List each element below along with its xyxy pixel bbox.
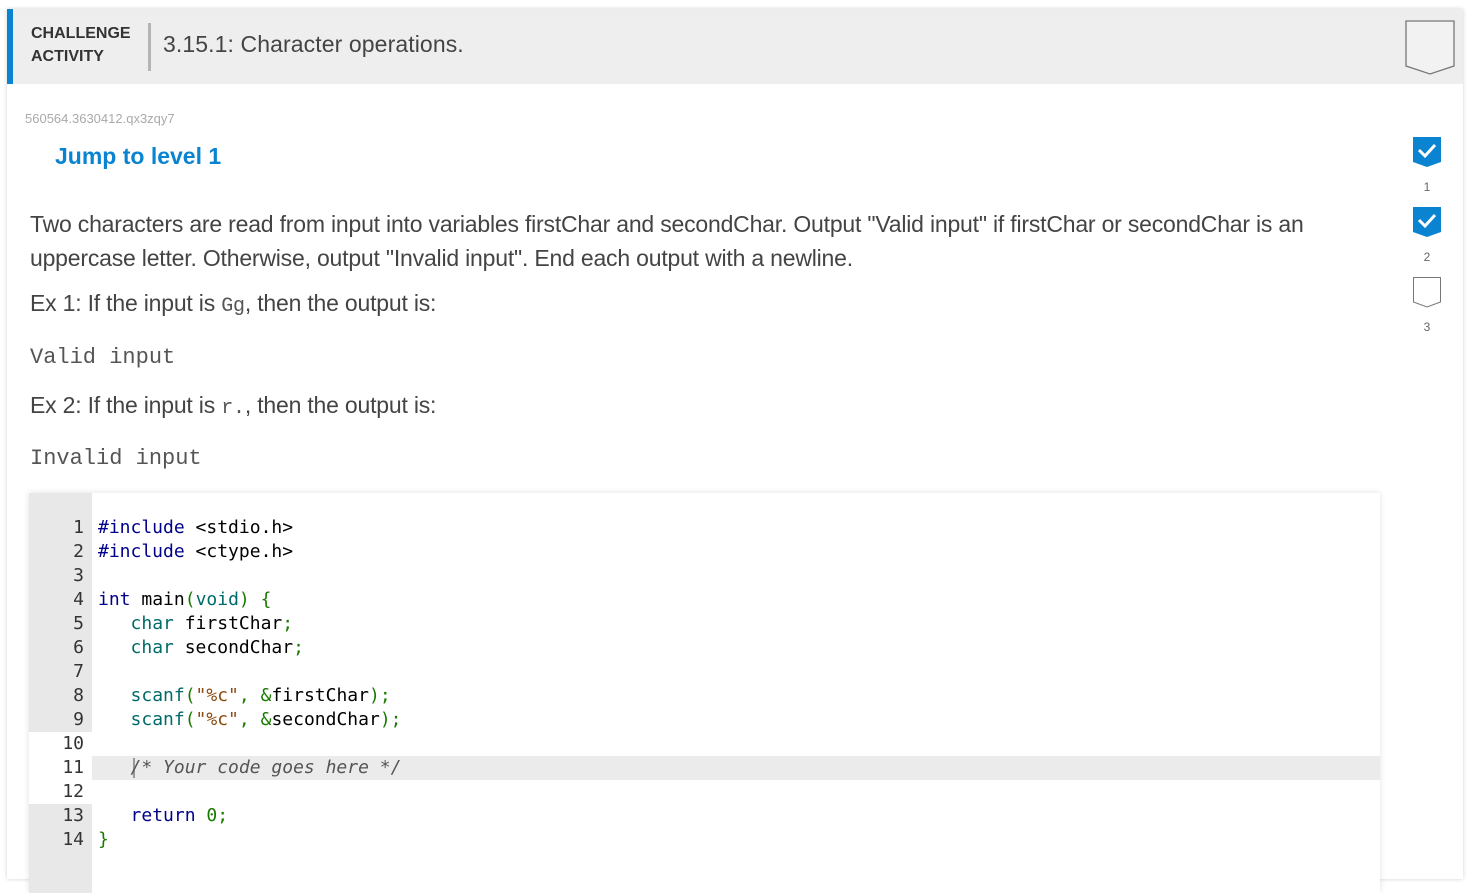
level-3-button[interactable]: 3 <box>1407 277 1447 339</box>
line-number: 9 <box>73 709 84 730</box>
example-1-input: Gg <box>221 295 245 318</box>
example-2-description: Ex 2: If the input is r., then the outpu… <box>30 392 436 420</box>
activity-type-label: CHALLENGE ACTIVITY <box>31 22 131 68</box>
code-line: 9 scanf("%c", &secondChar); <box>29 708 1380 732</box>
code-line: 13 return 0; <box>29 804 1380 828</box>
code-text: } <box>98 829 109 850</box>
prompt-paragraph: Two characters are read from input into … <box>30 211 1304 271</box>
level-incomplete-icon <box>1413 277 1441 308</box>
line-number: 1 <box>73 517 84 538</box>
line-number: 7 <box>73 661 84 682</box>
example-2-prefix: Ex 2: If the input is <box>30 392 222 418</box>
code-text: char firstChar; <box>130 613 294 634</box>
code-text[interactable]: /* Your code goes here */ <box>98 756 402 780</box>
line-number: 3 <box>73 565 84 586</box>
activity-type-line2: ACTIVITY <box>31 48 104 65</box>
code-text: scanf("%c", &secondChar); <box>130 709 402 730</box>
level-completed-icon <box>1413 207 1441 237</box>
code-editor[interactable]: 1 #include <stdio.h> 2 #include <ctype.h> 3 4… <box>29 493 1380 893</box>
code-line: 4 int main(void) { <box>29 588 1380 612</box>
example-1-prefix: Ex 1: If the input is <box>30 290 222 316</box>
code-line: 2 #include <ctype.h> <box>29 540 1380 564</box>
line-number: 6 <box>73 637 84 658</box>
jump-to-level-link[interactable]: Jump to level 1 <box>55 143 221 170</box>
line-number: 12 <box>62 781 84 802</box>
example-1-output: Valid input <box>30 345 176 370</box>
line-number: 5 <box>73 613 84 634</box>
line-number: 2 <box>73 541 84 562</box>
code-line: 1 #include <stdio.h> <box>29 516 1380 540</box>
code-line: 14} <box>29 828 1380 852</box>
line-number: 13 <box>62 805 84 826</box>
level-1-button[interactable]: 1 <box>1407 137 1447 199</box>
level-completed-icon <box>1413 137 1441 167</box>
code-line[interactable]: 12 <box>29 780 1380 804</box>
level-2-number: 2 <box>1423 250 1431 264</box>
line-number: 4 <box>73 589 84 610</box>
line-number: 14 <box>62 829 84 850</box>
line-number: 10 <box>62 733 84 754</box>
code-text: scanf("%c", &firstChar); <box>130 685 391 706</box>
completion-badge-icon <box>1405 20 1455 76</box>
code-line[interactable]: 11 /* Your code goes here */ <box>29 756 1380 780</box>
example-1-description: Ex 1: If the input is Gg, then the outpu… <box>30 290 436 318</box>
activity-header: CHALLENGE ACTIVITY 3.15.1: Character ope… <box>7 9 1463 84</box>
level-2-button[interactable]: 2 <box>1407 207 1447 269</box>
code-line[interactable]: 10 <box>29 732 1380 756</box>
code-text: char secondChar; <box>130 637 304 658</box>
code-text: #include <ctype.h> <box>98 541 294 562</box>
activity-id: 560564.3630412.qx3zqy7 <box>25 111 175 126</box>
example-2-suffix: , then the output is: <box>244 392 437 418</box>
code-text: #include <stdio.h> <box>98 517 294 538</box>
code-line: 3 <box>29 564 1380 588</box>
code-line: 5 char firstChar; <box>29 612 1380 636</box>
prompt-text: Two characters are read from input into … <box>30 207 1380 275</box>
level-3-number: 3 <box>1423 320 1431 334</box>
activity-type-line1: CHALLENGE <box>31 25 131 42</box>
activity-title: 3.15.1: Character operations. <box>163 31 464 57</box>
header-divider <box>148 23 151 71</box>
code-line: 7 <box>29 660 1380 684</box>
challenge-activity-card: CHALLENGE ACTIVITY 3.15.1: Character ope… <box>7 9 1463 893</box>
example-2-output: Invalid input <box>30 446 202 471</box>
line-number: 8 <box>73 685 84 706</box>
example-2-input: r. <box>221 397 245 420</box>
code-line: 8 scanf("%c", &firstChar); <box>29 684 1380 708</box>
line-number: 11 <box>62 757 84 778</box>
example-1-suffix: , then the output is: <box>244 290 437 316</box>
code-text: int main(void) { <box>98 589 272 610</box>
code-line: 6 char secondChar; <box>29 636 1380 660</box>
code-text: return 0; <box>130 805 229 826</box>
level-1-number: 1 <box>1423 180 1431 194</box>
